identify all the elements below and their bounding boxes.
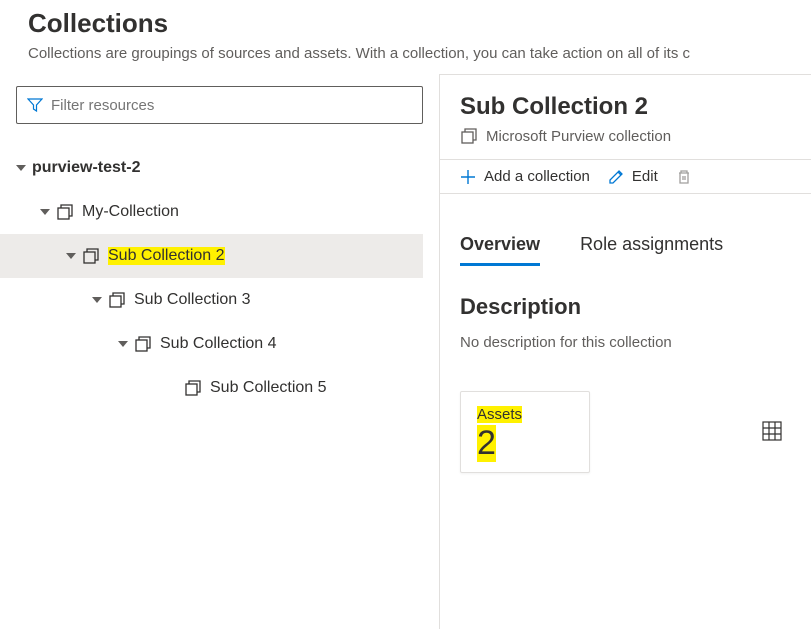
tree-item-sub-collection-4[interactable]: Sub Collection 4 [10, 322, 423, 366]
tree-label: Sub Collection 4 [160, 335, 277, 353]
tabs: Overview Role assignments [440, 194, 811, 266]
collection-icon [56, 203, 74, 221]
tree-item-sub-collection-3[interactable]: Sub Collection 3 [10, 278, 423, 322]
collections-tree: purview-test-2 My-Collection Sub Colle [10, 146, 423, 410]
collection-icon [460, 127, 478, 145]
delete-button[interactable] [676, 169, 692, 185]
tree-label: My-Collection [82, 203, 179, 221]
assets-label: Assets [477, 406, 522, 423]
grid-view-button[interactable] [761, 420, 783, 445]
assets-value: 2 [477, 425, 496, 462]
tree-item-my-collection[interactable]: My-Collection [10, 190, 423, 234]
description-text: No description for this collection [460, 334, 791, 351]
filter-box[interactable] [16, 86, 423, 124]
description-heading: Description [460, 294, 791, 320]
chevron-down-icon[interactable] [90, 295, 104, 305]
edit-label: Edit [632, 168, 658, 185]
tree-label: purview-test-2 [32, 159, 140, 177]
page-title: Collections [28, 8, 783, 39]
trash-icon [676, 169, 692, 185]
collection-icon [108, 291, 126, 309]
tab-overview[interactable]: Overview [460, 234, 540, 266]
add-label: Add a collection [484, 168, 590, 185]
page-subtitle: Collections are groupings of sources and… [28, 45, 783, 62]
collection-icon [134, 335, 152, 353]
toolbar: Add a collection Edit [440, 159, 811, 194]
tree-item-sub-collection-2[interactable]: Sub Collection 2 [10, 234, 423, 278]
assets-card[interactable]: Assets 2 [460, 391, 590, 473]
tree-root[interactable]: purview-test-2 [10, 146, 423, 190]
left-pane: purview-test-2 My-Collection Sub Colle [0, 74, 440, 629]
pencil-icon [608, 169, 624, 185]
tree-item-sub-collection-5[interactable]: Sub Collection 5 [10, 366, 423, 410]
detail-subtitle: Microsoft Purview collection [486, 128, 671, 145]
filter-input[interactable] [51, 97, 412, 114]
grid-icon [761, 420, 783, 442]
tab-role-assignments[interactable]: Role assignments [580, 234, 723, 266]
tree-label: Sub Collection 2 [108, 247, 225, 265]
detail-title: Sub Collection 2 [460, 93, 791, 121]
chevron-down-icon[interactable] [64, 251, 78, 261]
collection-icon [184, 379, 202, 397]
tree-label: Sub Collection 3 [134, 291, 251, 309]
chevron-down-icon[interactable] [38, 207, 52, 217]
plus-icon [460, 169, 476, 185]
tree-label: Sub Collection 5 [210, 379, 327, 397]
edit-button[interactable]: Edit [608, 168, 658, 185]
add-collection-button[interactable]: Add a collection [460, 168, 590, 185]
chevron-down-icon[interactable] [14, 163, 28, 173]
filter-icon [27, 97, 43, 113]
chevron-down-icon[interactable] [116, 339, 130, 349]
right-pane: Sub Collection 2 Microsoft Purview colle… [440, 74, 811, 629]
collection-icon [82, 247, 100, 265]
